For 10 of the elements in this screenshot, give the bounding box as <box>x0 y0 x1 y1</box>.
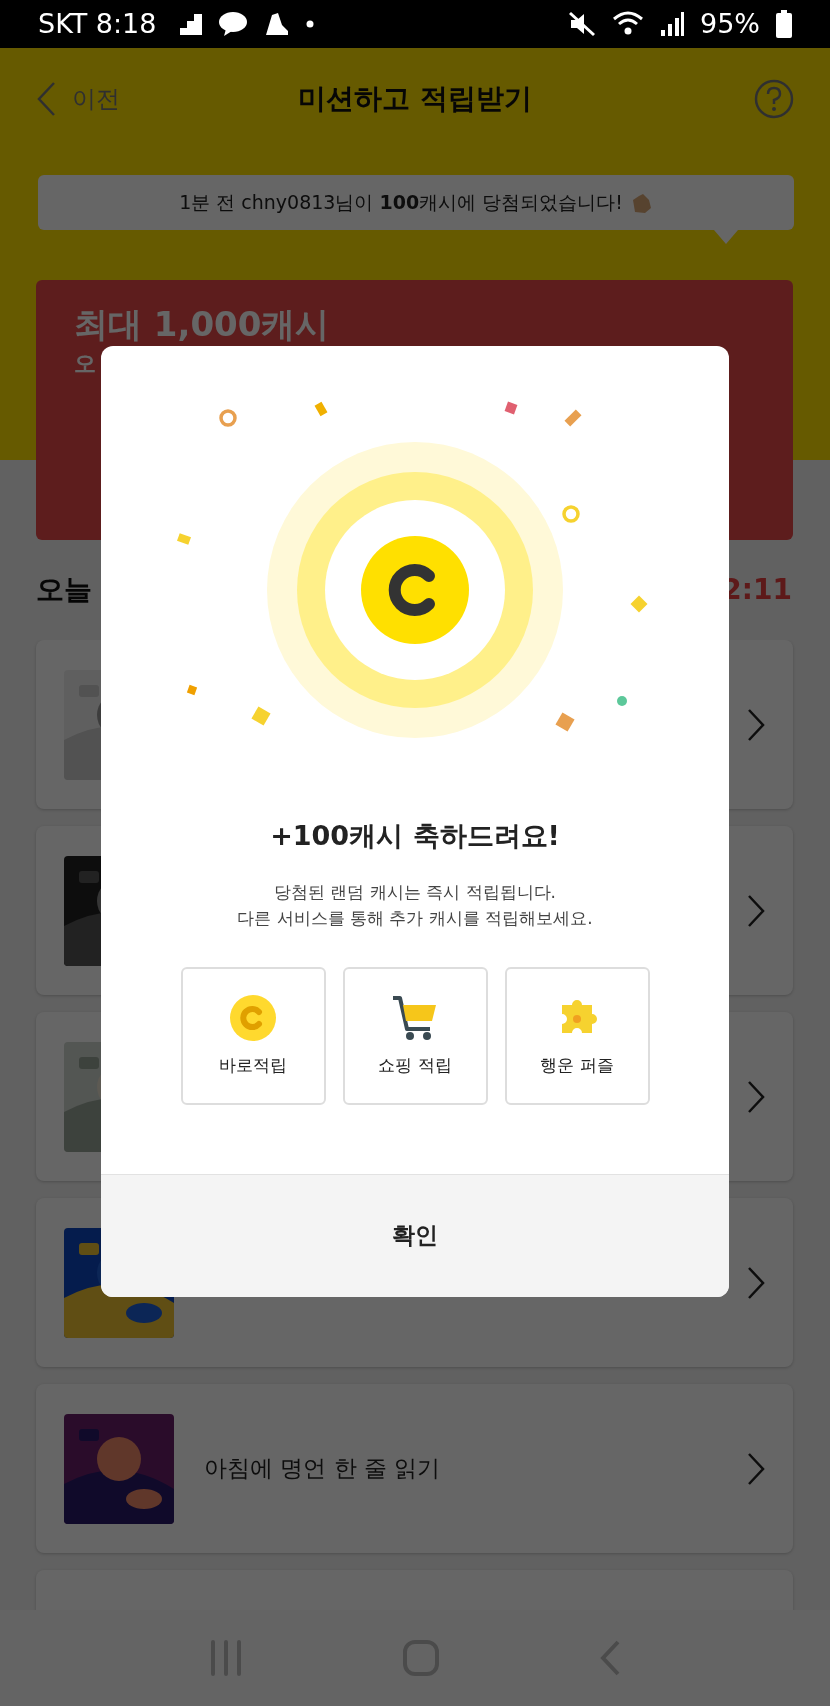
battery-percent: 95% <box>700 6 760 41</box>
status-time: SKT 8:18 <box>38 6 157 41</box>
section-title: 오늘 <box>36 572 92 608</box>
dialog-message: 당첨된 랜덤 캐시는 즉시 적립됩니다. 다른 서비스를 통해 추가 캐시를 적립해보세요. <box>237 880 593 930</box>
page-title: 미션하고 적립받기 <box>298 81 532 117</box>
banner-title: 최대 1,000캐시 <box>74 306 331 344</box>
ticker-text: 1분 전 chny0813님이 100캐시에 당첨되었습니다! <box>179 190 623 216</box>
mission-label: 아침에 명언 한 줄 읽기 <box>204 1454 442 1484</box>
banner-subtitle: 오 <box>74 350 96 379</box>
dialog-title: +100캐시 축하드려요! <box>270 819 560 853</box>
